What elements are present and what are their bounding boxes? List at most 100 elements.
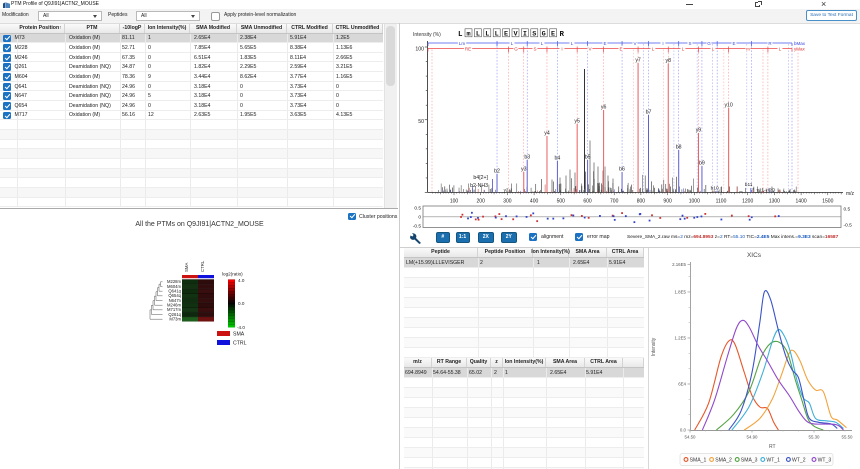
svg-text:b11: b11 <box>745 182 753 188</box>
svg-text:m: m <box>466 31 470 39</box>
svg-text:54.90: 54.90 <box>747 435 759 440</box>
svg-text:1300: 1300 <box>769 199 780 205</box>
svg-text:100: 100 <box>450 199 459 205</box>
svg-text:b3: b3 <box>524 155 530 161</box>
svg-text:E: E <box>732 41 735 46</box>
svg-text:54.50: 54.50 <box>685 435 697 440</box>
svg-text:1200: 1200 <box>742 199 753 205</box>
svg-text:G: G <box>542 31 546 39</box>
svg-text:y4: y4 <box>544 131 550 137</box>
svg-text:-4.0: -4.0 <box>237 325 245 330</box>
svg-text:V: V <box>633 41 636 46</box>
svg-text:700: 700 <box>610 199 619 205</box>
svg-text:900: 900 <box>663 199 672 205</box>
svg-text:y10: y10 <box>724 103 732 109</box>
svg-text:WT_2: WT_2 <box>792 458 806 464</box>
svg-text:L: L <box>458 31 463 39</box>
svg-text:b8: b8 <box>676 145 682 151</box>
svg-text:G: G <box>707 41 711 46</box>
svg-text:y11-H2O: y11-H2O <box>757 188 776 194</box>
svg-text:0.0: 0.0 <box>238 301 245 306</box>
svg-text:4.0: 4.0 <box>238 278 245 283</box>
svg-text:200: 200 <box>477 199 486 205</box>
svg-text:E: E <box>504 31 508 39</box>
svg-text:1.2E5: 1.2E5 <box>675 336 687 341</box>
svg-text:y2: y2 <box>504 188 509 193</box>
svg-text:1500: 1500 <box>822 199 833 205</box>
svg-text:Intensity (%): Intensity (%) <box>413 32 441 38</box>
svg-text:CTRL: CTRL <box>200 260 205 272</box>
svg-text:50: 50 <box>418 119 424 125</box>
svg-text:100: 100 <box>415 47 424 53</box>
svg-text:600: 600 <box>583 199 592 205</box>
svg-text:y8: y8 <box>666 58 672 64</box>
svg-text:b10: b10 <box>711 186 719 192</box>
svg-text:m/z: m/z <box>846 191 855 197</box>
svg-text:y7: y7 <box>635 58 641 64</box>
svg-text:SMA_1: SMA_1 <box>690 458 707 464</box>
svg-text:m: m <box>746 47 750 52</box>
svg-text:XICs: XICs <box>747 252 762 259</box>
svg-text:yMax: yMax <box>794 47 806 52</box>
svg-text:y3: y3 <box>521 167 527 173</box>
svg-text:I: I <box>662 41 663 46</box>
svg-text:R: R <box>560 31 565 39</box>
svg-text:0.5: 0.5 <box>414 206 421 212</box>
svg-text:2.16E5: 2.16E5 <box>672 262 686 267</box>
svg-text:L: L <box>476 31 480 39</box>
svg-text:y6: y6 <box>601 105 607 111</box>
svg-text:b9: b9 <box>699 161 705 167</box>
svg-text:V: V <box>588 47 591 52</box>
svg-text:SMA_3: SMA_3 <box>741 458 758 464</box>
svg-text:300: 300 <box>503 199 512 205</box>
svg-text:RE: RE <box>465 47 471 52</box>
svg-text:55.30: 55.30 <box>809 435 821 440</box>
svg-text:E: E <box>619 47 622 52</box>
svg-text:Lm: Lm <box>459 41 466 46</box>
svg-text:b7: b7 <box>646 110 652 116</box>
svg-text:CTRL: CTRL <box>233 340 247 346</box>
svg-text:b2-NH3: b2-NH3 <box>470 183 488 189</box>
svg-text:1100: 1100 <box>716 199 727 205</box>
svg-text:SMA: SMA <box>184 262 189 271</box>
svg-text:L: L <box>485 31 489 39</box>
svg-text:800: 800 <box>637 199 646 205</box>
svg-text:1400: 1400 <box>796 199 807 205</box>
svg-text:I: I <box>561 47 562 52</box>
svg-text:500: 500 <box>557 199 566 205</box>
svg-text:S: S <box>533 47 536 52</box>
svg-text:Intensity: Intensity <box>651 337 657 356</box>
svg-text:I: I <box>523 31 527 39</box>
svg-text:E: E <box>603 41 606 46</box>
svg-text:WT_3: WT_3 <box>818 458 832 464</box>
svg-text:1000: 1000 <box>689 199 700 205</box>
svg-text:y9: y9 <box>696 128 702 134</box>
svg-text:SMA: SMA <box>233 331 245 337</box>
svg-text:WT_1: WT_1 <box>766 458 780 464</box>
svg-text:y5: y5 <box>574 119 580 125</box>
svg-text:400: 400 <box>530 199 539 205</box>
svg-text:bMax: bMax <box>794 41 806 46</box>
svg-text:RT: RT <box>769 444 776 450</box>
svg-text:-0.5: -0.5 <box>413 224 422 230</box>
svg-text:L: L <box>495 31 499 39</box>
svg-text:-0.5: -0.5 <box>844 223 853 229</box>
svg-text:S: S <box>688 41 691 46</box>
svg-text:E: E <box>551 31 555 39</box>
svg-text:b4: b4 <box>555 156 561 162</box>
svg-text:log2(ratio): log2(ratio) <box>222 271 243 276</box>
svg-text:M73m: M73m <box>169 316 181 321</box>
svg-text:0: 0 <box>418 215 421 221</box>
svg-text:S: S <box>532 31 536 39</box>
svg-text:6E4: 6E4 <box>678 382 686 387</box>
svg-text:b5: b5 <box>585 155 591 161</box>
svg-text:b2: b2 <box>494 169 500 175</box>
svg-text:0.5: 0.5 <box>844 207 851 213</box>
svg-text:0.0: 0.0 <box>680 428 687 433</box>
svg-text:b6: b6 <box>619 167 625 173</box>
svg-text:G: G <box>514 47 518 52</box>
svg-text:b4[2+]: b4[2+] <box>473 175 488 181</box>
svg-text:1.8E5: 1.8E5 <box>675 290 687 295</box>
svg-text:55.50: 55.50 <box>842 435 854 440</box>
svg-text:SMA_2: SMA_2 <box>715 458 732 464</box>
